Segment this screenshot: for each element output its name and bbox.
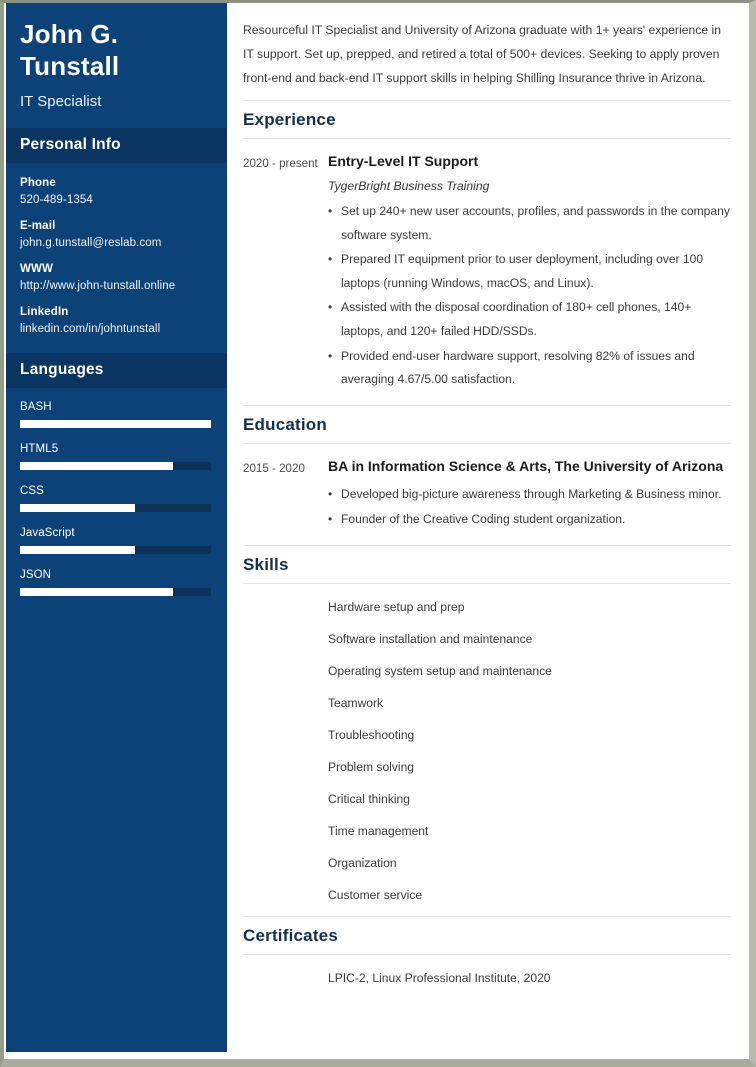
section-certificates: Certificates LPIC-2, Linux Professional …	[243, 916, 731, 991]
candidate-job-title: IT Specialist	[20, 93, 102, 111]
contact-item-email: E-mail john.g.tunstall@reslab.com	[20, 220, 211, 249]
personal-info-list: Phone 520-489-1354 E-mail john.g.tunstal…	[4, 163, 227, 353]
skill-item: Troubleshooting	[328, 727, 415, 742]
candidate-name: John G. Tunstall	[20, 19, 120, 81]
contact-value[interactable]: 520-489-1354	[20, 194, 211, 206]
skill-item: Problem solving	[328, 759, 415, 774]
language-label: JSON	[20, 569, 52, 582]
language-label: HTML5	[20, 443, 59, 456]
entry-date: 2015 - 2020	[243, 461, 305, 475]
entry-role-title: Entry-Level IT Support	[328, 153, 479, 170]
entry-bullet: Provided end-user hardware support, reso…	[328, 345, 731, 392]
language-level-fill	[20, 462, 173, 471]
language-item-html5: HTML5	[20, 443, 211, 471]
language-level-bar	[20, 588, 211, 597]
language-item-bash: BASH	[20, 401, 211, 429]
resume-document: John G. Tunstall IT Specialist Personal …	[4, 3, 749, 1059]
contact-label: WWW	[20, 263, 54, 276]
contact-label: E-mail	[20, 220, 56, 233]
section-experience: Experience 2020 - present Entry-Level IT…	[243, 100, 731, 392]
language-level-fill	[20, 588, 173, 597]
skill-item: Customer service	[328, 888, 423, 903]
section-education: Education 2015 - 2020 BA in Information …	[243, 404, 731, 533]
education-entry: 2015 - 2020 BA in Information Science & …	[243, 456, 731, 533]
language-label: BASH	[20, 401, 52, 414]
language-item-javascript: JavaScript	[20, 527, 211, 555]
language-level-bar	[20, 420, 211, 429]
skill-item: Teamwork	[328, 695, 384, 710]
contact-item-phone: Phone 520-489-1354	[20, 177, 211, 206]
language-level-bar	[20, 462, 211, 471]
language-label: CSS	[20, 485, 44, 498]
contact-label: LinkedIn	[20, 306, 69, 319]
sidebar: John G. Tunstall IT Specialist Personal …	[4, 3, 227, 1052]
entry-bullet: Prepared IT equipment prior to user depl…	[328, 248, 731, 295]
language-level-bar	[20, 504, 211, 513]
language-level-bar	[20, 546, 211, 555]
entry-bullet: Developed big-picture awareness through …	[328, 483, 731, 507]
entry-date: 2020 - present	[243, 157, 318, 171]
language-item-css: CSS	[20, 485, 211, 513]
skill-item: Organization	[328, 856, 397, 871]
language-level-fill	[20, 420, 211, 429]
contact-value[interactable]: http://www.john-tunstall.online	[20, 280, 211, 292]
language-item-json: JSON	[20, 569, 211, 597]
entry-body: Entry-Level IT Support TygerBright Busin…	[328, 151, 731, 392]
skill-item: Operating system setup and maintenance	[328, 663, 552, 678]
contact-label: Phone	[20, 177, 56, 190]
skills-list: Hardware setup and prep Software install…	[243, 596, 731, 908]
entry-bullet: Set up 240+ new user accounts, profiles,…	[328, 200, 731, 247]
contact-value[interactable]: john.g.tunstall@reslab.com	[20, 237, 211, 249]
section-heading-skills: Skills	[243, 544, 731, 584]
sidebar-heading-languages: Languages	[4, 353, 227, 389]
language-label: JavaScript	[20, 527, 75, 540]
name-block: John G. Tunstall IT Specialist	[4, 3, 227, 128]
section-heading-experience: Experience	[243, 100, 731, 140]
section-heading-certificates: Certificates	[243, 916, 731, 956]
professional-summary: Resourceful IT Specialist and University…	[243, 23, 722, 85]
entry-bullet-list: Set up 240+ new user accounts, profiles,…	[328, 200, 731, 392]
language-level-fill	[20, 504, 135, 513]
entry-bullet: Assisted with the disposal coordination …	[328, 296, 731, 343]
entry-bullet: Founder of the Creative Coding student o…	[328, 508, 731, 532]
language-level-fill	[20, 546, 135, 555]
entry-degree-title: BA in Information Science & Arts, The Un…	[328, 457, 724, 474]
contact-value[interactable]: linkedin.com/in/johntunstall	[20, 323, 211, 335]
section-heading-education: Education	[243, 404, 731, 444]
experience-entry: 2020 - present Entry-Level IT Support Ty…	[243, 151, 731, 392]
contact-item-linkedin: LinkedIn linkedin.com/in/johntunstall	[20, 306, 211, 335]
contact-item-www: WWW http://www.john-tunstall.online	[20, 263, 211, 292]
resume-page: John G. Tunstall IT Specialist Personal …	[0, 0, 756, 1067]
skill-item: Critical thinking	[328, 791, 410, 806]
skill-item: Time management	[328, 824, 429, 839]
entry-body: BA in Information Science & Arts, The Un…	[328, 456, 731, 533]
section-skills: Skills Hardware setup and prep Software …	[243, 544, 731, 908]
skill-item: Hardware setup and prep	[328, 599, 465, 614]
sidebar-heading-personal-info: Personal Info	[4, 128, 227, 164]
entry-bullet-list: Developed big-picture awareness through …	[328, 483, 731, 531]
entry-organization: TygerBright Business Training	[328, 179, 490, 194]
main-content: Resourceful IT Specialist and University…	[227, 3, 749, 1059]
languages-list: BASH HTML5 CSS JavaScript JSON	[4, 388, 227, 597]
certificates-list: LPIC-2, Linux Professional Institute, 20…	[243, 967, 731, 991]
certificate-item: LPIC-2, Linux Professional Institute, 20…	[328, 971, 551, 986]
skill-item: Software installation and maintenance	[328, 631, 533, 646]
